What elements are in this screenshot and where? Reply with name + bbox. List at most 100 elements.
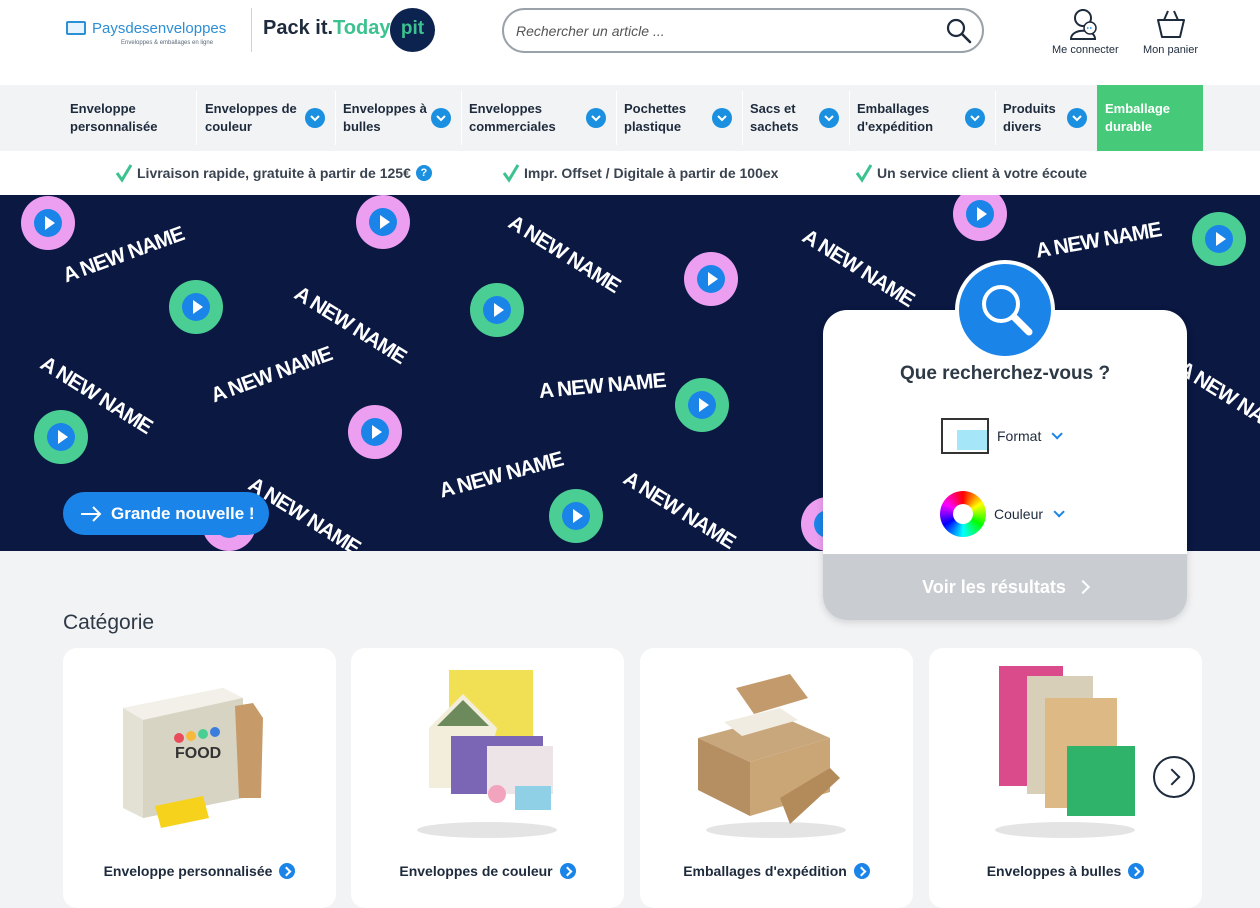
chevron-down-icon[interactable] [586, 108, 606, 128]
check-icon [115, 164, 133, 183]
user-icon [1070, 9, 1098, 40]
play-icon [549, 489, 603, 543]
benefits-bar: Livraison rapide, gratuite à partir de 1… [0, 151, 1260, 195]
nav-item-enveloppes-commerciales[interactable]: Enveloppes commerciales [461, 85, 616, 151]
packit-logo[interactable]: Pack it.Today. [263, 17, 395, 40]
chevron-right-icon [1075, 579, 1090, 595]
nav-item-label: Enveloppes commerciales [469, 101, 556, 134]
product-image [995, 666, 1135, 838]
nav-item-emballage-durable[interactable]: Emballage durable [1097, 85, 1203, 151]
cart-label: Mon panier [1143, 44, 1199, 56]
main-navigation: Enveloppe personnalisée Enveloppes de co… [0, 85, 1260, 151]
benefit-delivery: Livraison rapide, gratuite à partir de 1… [115, 163, 432, 183]
grande-nouvelle-label: Grande nouvelle ! [111, 503, 255, 523]
play-icon [356, 195, 410, 249]
cart-link[interactable]: Mon panier [1143, 8, 1198, 56]
logo-divider [251, 8, 252, 52]
carousel-next-button[interactable] [1153, 756, 1195, 798]
nav-item-label: Emballage durable [1105, 101, 1171, 134]
category-label: Emballages d'expédition [683, 863, 847, 879]
chevron-right-icon [1128, 863, 1145, 879]
pattern-text: A NEW NAME [59, 222, 188, 288]
pattern-text: A NEW NAME [504, 210, 624, 298]
envelope-icon [66, 21, 86, 35]
benefit-printing: Impr. Offset / Digitale à partir de 100e… [502, 163, 778, 183]
nav-item-emballages-expedition[interactable]: Emballages d'expédition [849, 85, 995, 151]
product-image [698, 674, 846, 838]
nav-item-enveloppes-de-couleur[interactable]: Enveloppes de couleur [197, 85, 335, 151]
check-icon [855, 164, 873, 183]
pattern-text: A NEW NAME [207, 342, 336, 408]
format-label: Format [997, 428, 1042, 444]
category-card-emballages-expedition[interactable]: Emballages d'expédition [640, 648, 913, 908]
color-wheel-icon [940, 491, 986, 537]
category-caption: Enveloppes de couleur [351, 863, 624, 879]
pattern-text: A NEW NAME [798, 224, 918, 312]
pattern-text: A NEW NAME [619, 466, 739, 551]
chevron-down-icon[interactable] [431, 108, 451, 128]
logo-main-text: Paysdesenveloppes [92, 20, 227, 37]
packit-logo-a: Pack it. [263, 17, 334, 39]
chevron-right-icon [559, 863, 576, 879]
nav-item-enveloppes-a-bulles[interactable]: Enveloppes à bulles [335, 85, 461, 151]
category-title: Catégorie [63, 611, 155, 634]
nav-item-label: Enveloppes à bulles [343, 101, 427, 134]
nav-item-label: Produits divers [1003, 101, 1056, 134]
nav-item-label: Pochettes plastique [624, 101, 687, 134]
search-input[interactable] [516, 20, 916, 42]
nav-item-label: Emballages d'expédition [857, 101, 934, 134]
basket-icon [1156, 10, 1185, 38]
nav-item-label: Sacs et sachets [750, 101, 799, 134]
category-card-enveloppe-personnalisee[interactable]: FOOD Enveloppe personnalisée [63, 648, 336, 908]
chevron-down-icon[interactable] [305, 108, 325, 128]
chevron-down-icon[interactable] [712, 108, 732, 128]
play-icon [21, 196, 75, 250]
benefit-service: Un service client à votre écoute [855, 163, 1087, 183]
benefit-service-text: Un service client à votre écoute [877, 165, 1088, 181]
pattern-text: A NEW NAME [1033, 218, 1163, 263]
chevron-down-icon [1051, 428, 1064, 440]
paysdesenveloppes-logo[interactable]: Paysdesenveloppes Enveloppes & emballage… [66, 18, 241, 52]
search-icon[interactable] [946, 18, 972, 44]
nav-item-sacs-et-sachets[interactable]: Sacs et sachets [742, 85, 849, 151]
nav-item-produits-divers[interactable]: Produits divers [995, 85, 1097, 151]
finder-title: Que recherchez-vous ? [899, 363, 1111, 384]
format-select[interactable]: Format [941, 418, 1064, 454]
nav-item-enveloppe-personnalisee[interactable]: Enveloppe personnalisée [62, 85, 196, 151]
nav-item-label: Enveloppes de couleur [205, 101, 297, 134]
pattern-text: A NEW NAME [436, 447, 566, 503]
pattern-text: A NEW NAME [537, 368, 667, 403]
logo-tagline: Enveloppes & emballages en ligne [121, 40, 214, 46]
check-icon [502, 164, 520, 183]
category-caption: Emballages d'expédition [640, 863, 913, 879]
magnifier-icon [982, 285, 1033, 336]
login-link[interactable]: Me connecter [1052, 8, 1119, 56]
search-bar [502, 8, 984, 53]
category-caption: Enveloppe personnalisée [63, 863, 336, 879]
grande-nouvelle-button[interactable]: Grande nouvelle ! [63, 492, 269, 535]
play-icon [348, 405, 402, 459]
pit-badge[interactable]: pit [390, 8, 435, 52]
see-results-label: Voir les résultats [922, 576, 1066, 597]
chevron-down-icon[interactable] [1067, 108, 1087, 128]
color-select[interactable]: Couleur [940, 491, 1065, 537]
nav-item-pochettes-plastique[interactable]: Pochettes plastique [616, 85, 742, 151]
finder-badge [955, 260, 1055, 360]
arrow-right-icon [81, 505, 102, 522]
product-image: FOOD [123, 688, 263, 828]
see-results-button[interactable]: Voir les résultats [823, 554, 1187, 620]
play-icon [953, 195, 1007, 241]
packit-logo-b: Today. [333, 17, 395, 39]
category-label: Enveloppes à bulles [986, 863, 1122, 879]
play-icon [684, 252, 738, 306]
chevron-down-icon[interactable] [965, 108, 985, 128]
benefit-delivery-text: Livraison rapide, gratuite à partir de 1… [137, 165, 411, 181]
benefit-printing-text: Impr. Offset / Digitale à partir de 100e… [524, 165, 779, 181]
chevron-right-icon [853, 863, 870, 879]
category-card-enveloppes-de-couleur[interactable]: Enveloppes de couleur [351, 648, 624, 908]
chevron-down-icon [1053, 506, 1065, 518]
help-icon[interactable]: ? [415, 165, 432, 181]
chevron-down-icon[interactable] [819, 108, 839, 128]
category-label: Enveloppe personnalisée [103, 863, 273, 879]
svg-text:FOOD: FOOD [175, 745, 221, 762]
